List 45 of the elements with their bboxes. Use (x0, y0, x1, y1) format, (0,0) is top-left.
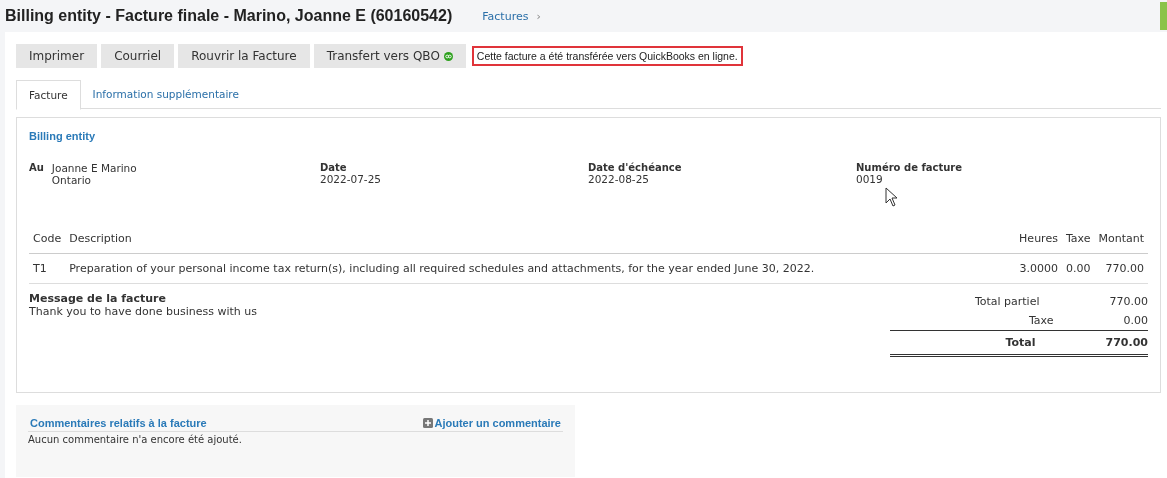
entity-name: Billing entity (29, 130, 96, 142)
table-cell: 770.00 (1094, 253, 1148, 284)
field-value: 2022-07-25 (320, 173, 383, 185)
toolbar-button[interactable]: Courriel (101, 44, 175, 68)
toolbar-button[interactable]: Rouvrir la Facture (178, 44, 310, 68)
add-comment-link[interactable]: Ajouter un commentaire (423, 417, 561, 429)
breadcrumb-link[interactable]: Factures (482, 9, 529, 23)
table-cell: 0.00 (1061, 253, 1095, 284)
plus-icon (423, 418, 434, 428)
address-line: Joanne E Marino (51, 162, 137, 174)
total-value: 770.00 (1105, 336, 1148, 349)
breadcrumb-separator: › (536, 9, 541, 23)
total-label: Total partiel (973, 295, 1041, 308)
table-cell: 3.0000 (1015, 253, 1062, 284)
address-line: Ontario (51, 174, 92, 186)
total-value: 0.00 (1123, 314, 1148, 327)
column-header: Heures (1015, 228, 1062, 254)
tab[interactable]: Facture (16, 80, 81, 110)
side-tab-icon[interactable] (1160, 2, 1167, 30)
invoice-message: Thank you to have done business with us (29, 305, 257, 318)
comments-title: Commentaires relatifs à la facture (30, 417, 207, 429)
field-label: Numéro de facture (856, 162, 964, 173)
tab[interactable]: Information supplémentaire (80, 80, 251, 108)
total-label: Taxe (1027, 314, 1055, 327)
column-header: Montant (1094, 228, 1148, 254)
empty-comments-text: Aucun commentaire n'a encore été ajouté. (28, 434, 243, 445)
quickbooks-icon (443, 51, 453, 61)
table-cell: Preparation of your personal income tax return(s), including all required schedules and attachments, for the year ended June 30, 2022. (65, 253, 1016, 284)
field-value: 2022-08-25 (588, 173, 651, 185)
column-header: Code (29, 228, 66, 254)
transfer-notice: Cette facture a été transférée vers QuickBooks en ligne. (471, 46, 743, 66)
table-cell: T1 (29, 253, 66, 284)
message-label: Message de la facture (29, 292, 167, 305)
total-label: Total (1004, 336, 1037, 349)
column-header: Description (65, 228, 1016, 254)
field-label: Date d'échéance (588, 162, 683, 173)
page-title: Billing entity - Facture finale - Marino, Joanne E (60160542) (5, 7, 453, 25)
field-label: Date (320, 162, 348, 173)
mouse-pointer-icon (885, 187, 899, 207)
toolbar-button[interactable]: Imprimer (16, 44, 98, 68)
to-label: Au (29, 162, 44, 175)
toolbar-button[interactable]: Transfert vers QBO (313, 44, 466, 68)
column-header: Taxe (1061, 228, 1095, 254)
total-value: 770.00 (1109, 295, 1148, 308)
field-value: 0019 (856, 173, 884, 185)
